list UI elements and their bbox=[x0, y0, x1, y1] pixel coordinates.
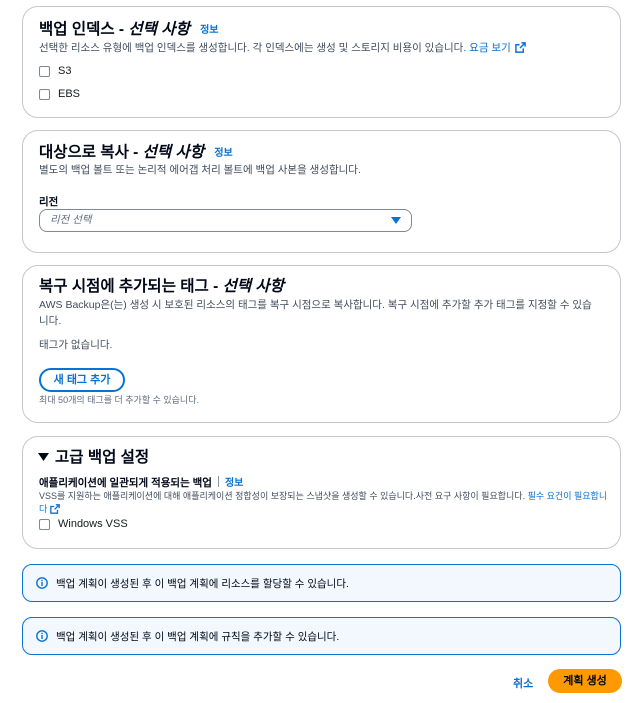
pricing-link[interactable]: 요금 보기 bbox=[469, 42, 511, 54]
backup-index-panel: 백업 인덱스 - 선택 사항 정보 선택한 리소스 유형에 백업 인덱스를 생성… bbox=[22, 6, 621, 118]
copy-destination-title: 대상으로 복사 - 선택 사항 정보 bbox=[39, 143, 233, 164]
s3-checkbox-row[interactable]: S3 bbox=[39, 65, 71, 77]
info-icon bbox=[36, 630, 48, 642]
region-select[interactable]: 리전 선택 bbox=[39, 209, 412, 232]
title-optional: 선택 사항 bbox=[222, 278, 284, 295]
info-icon bbox=[36, 577, 48, 589]
create-plan-button[interactable]: 계획 생성 bbox=[548, 669, 622, 693]
recovery-tags-title: 복구 시점에 추가되는 태그 - 선택 사항 bbox=[39, 277, 284, 297]
title-optional: 선택 사항 bbox=[142, 144, 205, 161]
backup-index-description: 선택한 리소스 유형에 백업 인덱스를 생성합니다. 각 인덱스에는 생성 및 … bbox=[39, 40, 526, 56]
ebs-checkbox[interactable] bbox=[39, 88, 50, 100]
info-alert-resources: 백업 계획이 생성된 후 이 백업 계획에 리소스를 할당할 수 있습니다. bbox=[22, 564, 621, 602]
windows-vss-label: Windows VSS bbox=[58, 518, 128, 530]
add-tag-button[interactable]: 새 태그 추가 bbox=[39, 368, 125, 392]
subtitle-text: 애플리케이션에 일관되게 적용되는 백업 bbox=[39, 477, 212, 489]
copy-destination-description: 별도의 백업 볼트 또는 논리적 에어갭 처리 볼트에 백업 사본을 생성합니다… bbox=[39, 164, 361, 176]
copy-destination-panel: 대상으로 복사 - 선택 사항 정보 별도의 백업 볼트 또는 논리적 에어갭 … bbox=[22, 130, 621, 253]
tag-limit-hint: 최대 50개의 태그를 더 추가할 수 있습니다. bbox=[39, 395, 199, 405]
info-alert-rules: 백업 계획이 생성된 후 이 백업 계획에 규칙을 추가할 수 있습니다. bbox=[22, 617, 621, 655]
external-link-icon bbox=[514, 42, 526, 53]
advanced-settings-description: VSS를 지원하는 애플리케이션에 대해 애플리케이션 정합성이 보장되는 스냅… bbox=[39, 490, 611, 516]
windows-vss-checkbox[interactable] bbox=[39, 518, 50, 530]
s3-checkbox[interactable] bbox=[39, 65, 50, 77]
ebs-label: EBS bbox=[58, 88, 81, 100]
windows-vss-checkbox-row[interactable]: Windows VSS bbox=[39, 518, 128, 530]
cancel-button[interactable]: 취소 bbox=[513, 675, 533, 691]
alert-text: 백업 계획이 생성된 후 이 백업 계획에 규칙을 추가할 수 있습니다. bbox=[56, 630, 340, 643]
recovery-tags-panel: 복구 시점에 추가되는 태그 - 선택 사항 AWS Backup은(는) 생성… bbox=[22, 265, 621, 423]
recovery-tags-description: AWS Backup은(는) 생성 시 보호된 리소스의 태그를 복구 시점으로… bbox=[39, 299, 592, 327]
divider bbox=[217, 476, 219, 487]
caret-down-icon bbox=[38, 453, 49, 461]
info-link[interactable]: 정보 bbox=[200, 25, 218, 36]
caret-down-icon bbox=[391, 217, 401, 224]
description-text: 선택한 리소스 유형에 백업 인덱스를 생성합니다. 각 인덱스에는 생성 및 … bbox=[39, 42, 470, 54]
title-text: 복구 시점에 추가되는 태그 - bbox=[39, 278, 223, 295]
no-tags-text: 태그가 없습니다. bbox=[39, 339, 113, 351]
info-link[interactable]: 정보 bbox=[214, 148, 232, 159]
s3-label: S3 bbox=[58, 65, 72, 77]
alert-text: 백업 계획이 생성된 후 이 백업 계획에 리소스를 할당할 수 있습니다. bbox=[56, 577, 349, 590]
backup-index-title: 백업 인덱스 - 선택 사항 정보 bbox=[39, 20, 218, 41]
title-text: 대상으로 복사 - bbox=[39, 144, 143, 161]
advanced-settings-title: 고급 백업 설정 bbox=[55, 449, 150, 466]
advanced-settings-panel: 고급 백업 설정 애플리케이션에 일관되게 적용되는 백업 정보 VSS를 지원하… bbox=[22, 436, 621, 549]
title-optional: 선택 사항 bbox=[128, 21, 190, 38]
region-placeholder: 리전 선택 bbox=[50, 214, 92, 226]
external-link-icon bbox=[49, 504, 60, 514]
description-text: VSS를 지원하는 애플리케이션에 대해 애플리케이션 정합성이 보장되는 스냅… bbox=[39, 491, 528, 501]
info-link[interactable]: 정보 bbox=[225, 478, 243, 489]
ebs-checkbox-row[interactable]: EBS bbox=[39, 88, 80, 100]
advanced-settings-toggle[interactable]: 고급 백업 설정 bbox=[38, 448, 149, 468]
title-text: 백업 인덱스 - bbox=[39, 21, 129, 38]
region-label: 리전 bbox=[39, 196, 59, 208]
